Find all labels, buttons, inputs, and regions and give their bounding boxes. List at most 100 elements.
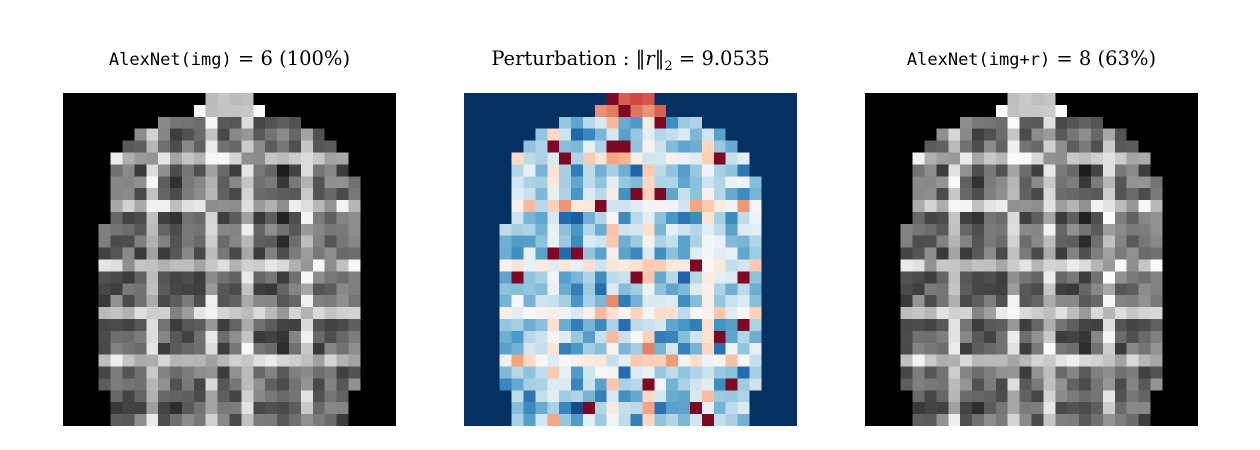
adversarial-pixel bbox=[1055, 283, 1068, 296]
adversarial-pixel bbox=[1102, 283, 1115, 296]
perturbation-pixel bbox=[547, 152, 560, 165]
adversarial-pixel bbox=[865, 283, 878, 296]
perturbation-pixel bbox=[618, 295, 631, 308]
perturbation-pixel bbox=[725, 128, 738, 141]
original-pixel bbox=[74, 295, 88, 308]
perturbation-pixel bbox=[701, 259, 714, 272]
original-pixel bbox=[360, 414, 373, 426]
adversarial-pixel bbox=[1114, 366, 1127, 379]
adversarial-pixel bbox=[972, 140, 985, 153]
original-pixel bbox=[229, 342, 242, 355]
perturbation-pixel bbox=[464, 200, 477, 213]
original-pixel bbox=[181, 295, 195, 308]
perturbation-pixel bbox=[654, 104, 667, 118]
panel-original: AlexNet(img) = 6 (100%) bbox=[63, 0, 396, 450]
perturbation-pixel bbox=[713, 283, 726, 296]
original-pixel bbox=[86, 354, 99, 367]
original-pixel bbox=[288, 330, 302, 343]
adversarial-pixel bbox=[936, 188, 949, 201]
perturbation-pixel bbox=[511, 200, 524, 213]
original-pixel bbox=[372, 295, 385, 308]
original-pixel bbox=[372, 378, 385, 391]
adversarial-pixel bbox=[1186, 128, 1198, 141]
adversarial-pixel bbox=[983, 354, 997, 367]
adversarial-pixel bbox=[1031, 366, 1044, 379]
original-pixel bbox=[122, 330, 135, 343]
adversarial-pixel bbox=[1114, 283, 1127, 296]
perturbation-pixel bbox=[678, 176, 691, 189]
original-pixel bbox=[241, 116, 254, 129]
adversarial-pixel bbox=[1067, 378, 1080, 391]
original-pixel bbox=[348, 414, 361, 426]
perturbation-pixel bbox=[594, 259, 607, 272]
adversarial-pixel bbox=[1174, 414, 1187, 426]
perturbation-pixel bbox=[642, 93, 655, 106]
perturbation-pixel bbox=[689, 366, 703, 379]
perturbation-pixel bbox=[689, 140, 703, 153]
perturbation-pixel bbox=[713, 152, 726, 165]
perturbation-pixel bbox=[618, 414, 631, 426]
perturbation-pixel bbox=[749, 318, 762, 332]
original-pixel bbox=[74, 116, 88, 129]
adversarial-pixel bbox=[1090, 188, 1104, 201]
original-pixel bbox=[384, 104, 396, 118]
original-pixel bbox=[98, 366, 111, 379]
adversarial-pixel bbox=[1055, 271, 1068, 284]
perturbation-pixel bbox=[678, 307, 691, 320]
adversarial-pixel bbox=[1007, 164, 1020, 177]
adversarial-pixel bbox=[983, 104, 997, 118]
adversarial-image bbox=[865, 93, 1198, 426]
original-pixel bbox=[86, 330, 99, 343]
original-pixel bbox=[253, 330, 266, 343]
original-pixel bbox=[229, 378, 242, 391]
original-pixel bbox=[205, 318, 218, 332]
original-pixel bbox=[312, 318, 325, 332]
adversarial-pixel bbox=[900, 330, 913, 343]
original-pixel bbox=[181, 378, 195, 391]
adversarial-pixel bbox=[1126, 235, 1139, 248]
original-pixel bbox=[74, 330, 88, 343]
original-pixel bbox=[312, 188, 325, 201]
perturbation-pixel bbox=[475, 116, 489, 129]
adversarial-pixel bbox=[1090, 366, 1104, 379]
adversarial-pixel bbox=[1126, 330, 1139, 343]
original-pixel bbox=[360, 247, 373, 260]
perturbation-pixel bbox=[618, 366, 631, 379]
original-pixel bbox=[110, 283, 123, 296]
adversarial-pixel bbox=[924, 295, 937, 308]
original-pixel bbox=[158, 164, 171, 177]
adversarial-pixel bbox=[948, 402, 961, 415]
perturbation-pixel bbox=[618, 318, 631, 332]
original-pixel bbox=[336, 116, 349, 129]
adversarial-pixel bbox=[960, 176, 973, 189]
original-pixel bbox=[181, 235, 195, 248]
original-pixel bbox=[205, 342, 218, 355]
original-pixel bbox=[253, 366, 266, 379]
perturbation-pixel bbox=[749, 152, 762, 165]
original-pixel bbox=[98, 116, 111, 129]
perturbation-pixel bbox=[559, 176, 572, 189]
adversarial-pixel bbox=[912, 390, 925, 403]
perturbation-pixel bbox=[606, 152, 619, 165]
adversarial-pixel bbox=[1150, 200, 1163, 213]
original-pixel bbox=[98, 342, 111, 355]
perturbation-pixel bbox=[630, 354, 643, 367]
perturbation-pixel bbox=[582, 188, 596, 201]
original-pixel bbox=[63, 342, 76, 355]
original-pixel bbox=[63, 283, 76, 296]
original-pixel bbox=[134, 390, 147, 403]
original-pixel bbox=[158, 140, 171, 153]
adversarial-pixel bbox=[1150, 307, 1163, 320]
perturbation-pixel bbox=[582, 378, 596, 391]
original-pixel bbox=[336, 354, 349, 367]
original-pixel bbox=[360, 128, 373, 141]
original-pixel bbox=[253, 223, 266, 236]
original-pixel bbox=[360, 271, 373, 284]
perturbation-pixel bbox=[749, 414, 762, 426]
adversarial-pixel bbox=[948, 354, 961, 367]
original-pixel bbox=[205, 378, 218, 391]
adversarial-pixel bbox=[972, 235, 985, 248]
adversarial-pixel bbox=[924, 354, 937, 367]
adversarial-pixel bbox=[1055, 390, 1068, 403]
perturbation-pixel bbox=[618, 140, 631, 153]
